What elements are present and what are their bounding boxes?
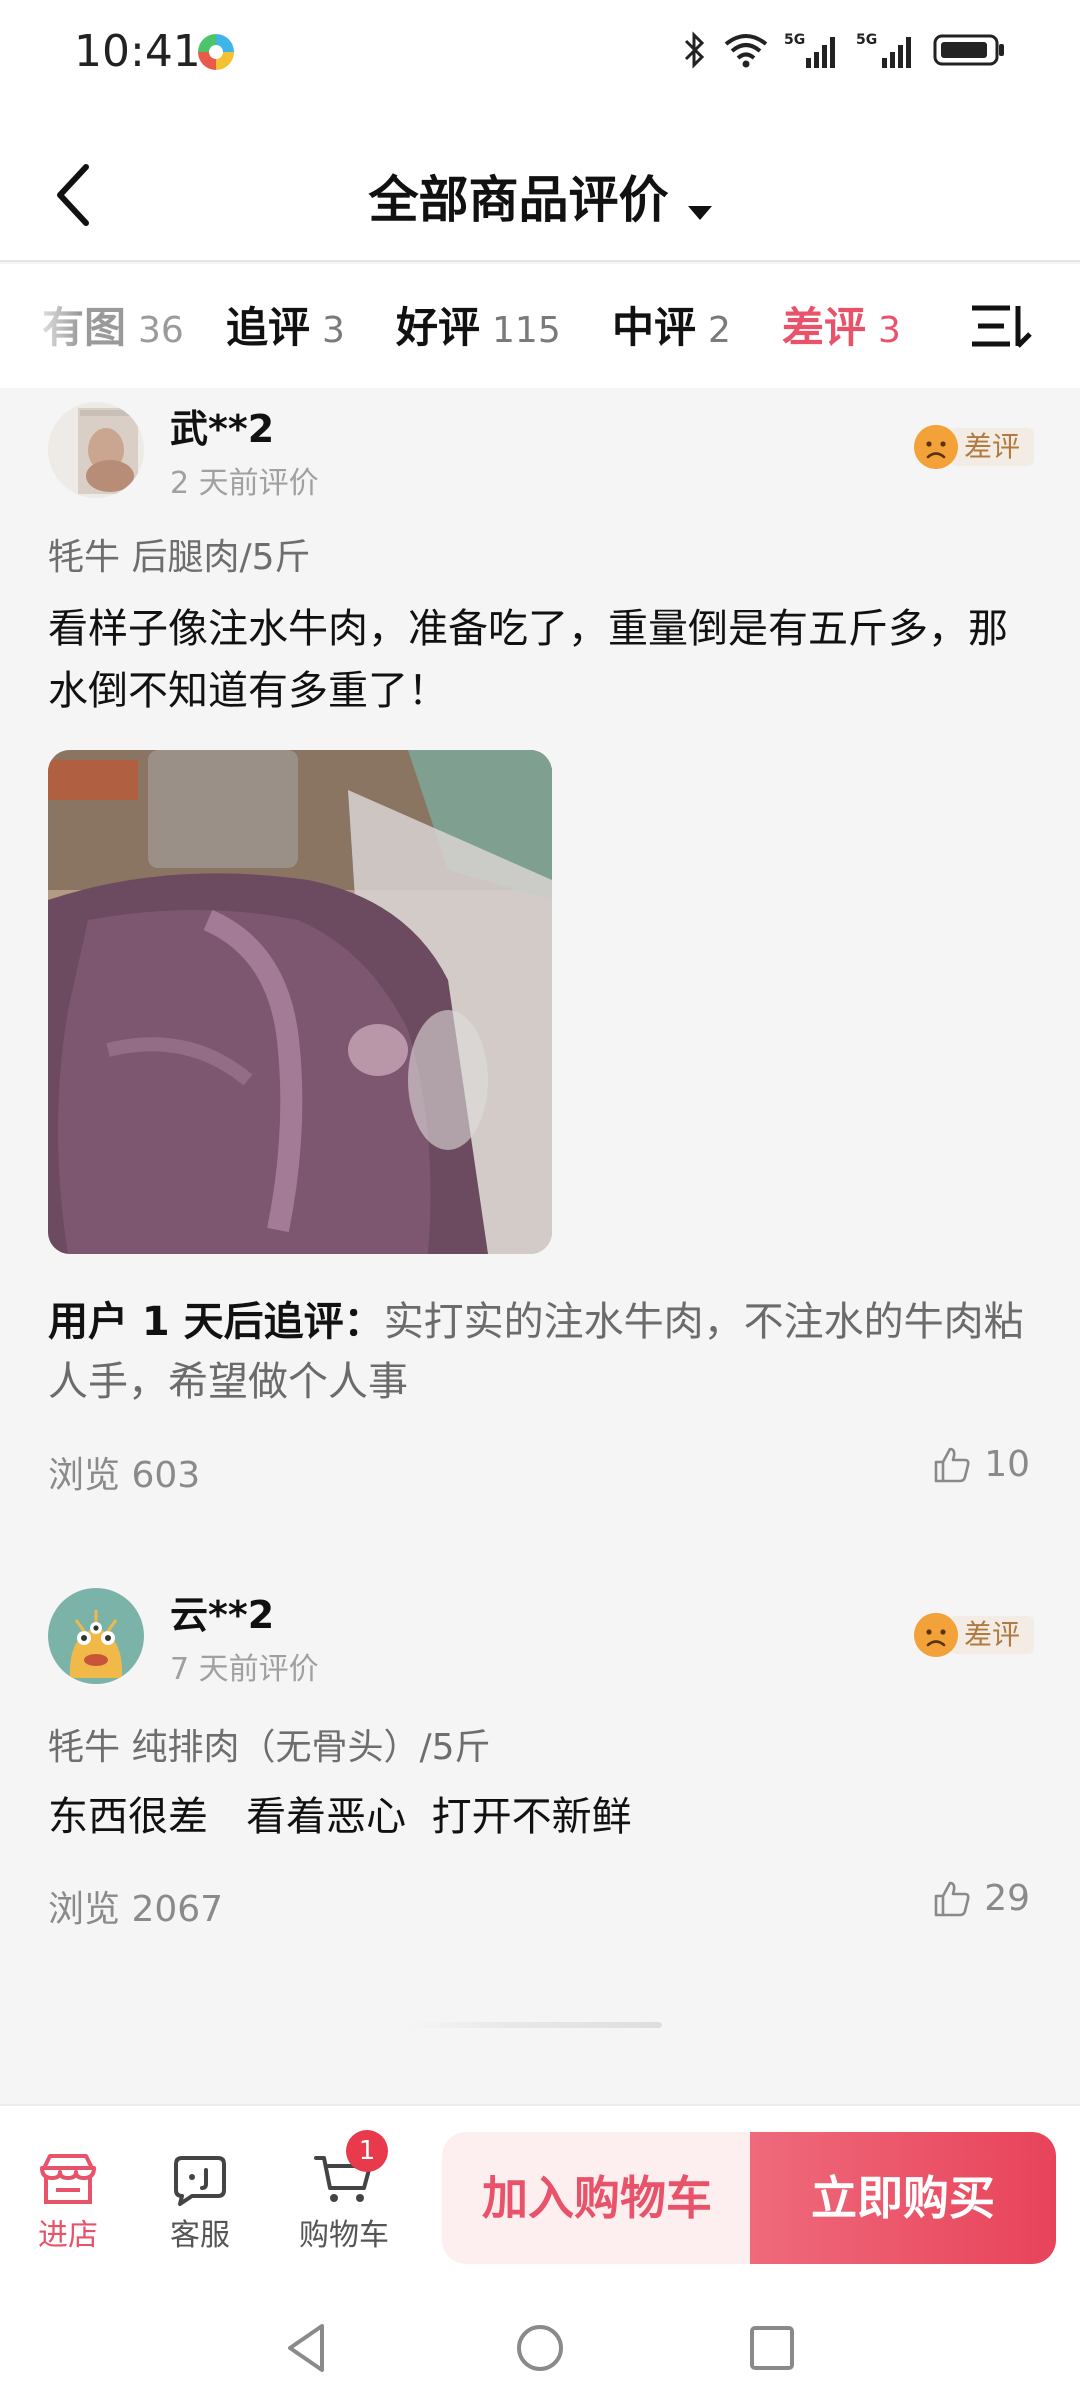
sort-filter-icon[interactable] [970, 296, 1034, 356]
network-label: 5G [784, 32, 805, 48]
customer-service-button[interactable]: 客服 [140, 2150, 260, 2254]
customer-service-label: 客服 [170, 2218, 230, 2253]
add-to-cart-button[interactable]: 加入购物车 [442, 2132, 752, 2264]
sad-face-icon [913, 1613, 958, 1657]
filter-tab-label: 追评 [226, 303, 311, 352]
sku-spec: 牦牛 后腿肉/5斤 [48, 537, 311, 578]
filter-tab-count: 3 [878, 310, 901, 351]
meat-photo-image [48, 750, 552, 1254]
like-count: 29 [984, 1878, 1030, 1919]
view-count: 浏览 2067 [48, 1889, 224, 1930]
review-filter-tabs: 有图 36 追评 3 好评 115 中评 2 差评 3 [0, 264, 1080, 388]
like-button[interactable]: 10 [932, 1444, 1030, 1485]
follow-up-review: 用户 1 天后追评：实打实的注水牛肉，不注水的牛肉粘人手，希望做个人事 [48, 1292, 1038, 1412]
filter-tab-positive[interactable]: 好评 115 [396, 294, 561, 355]
filter-tab-count: 36 [138, 310, 184, 351]
cart-label: 购物车 [299, 2218, 389, 2253]
review-content: 看样子像注水牛肉，准备吃了，重量倒是有五斤多，那水倒不知道有多重了！ [48, 606, 1008, 714]
thumbs-up-icon [934, 1881, 970, 1916]
cart-count-badge: 1 [346, 2130, 388, 2172]
cart-icon-wrap: 1 [312, 2130, 388, 2206]
review-page: 10:41 5G 5G 全部商品评价 有图 36 追评 3 好评 115 中评 … [0, 0, 1080, 2400]
page-header: 全部商品评价 [0, 100, 1080, 262]
like-button[interactable]: 29 [932, 1878, 1030, 1919]
filter-tab-label: 好评 [396, 303, 481, 352]
thumbs-up-icon [934, 1447, 970, 1482]
rating-badge: 差评 [913, 424, 1034, 470]
filter-tab-count: 3 [322, 310, 345, 351]
buy-now-button[interactable]: 立即购买 [750, 2132, 1056, 2264]
bluetooth-icon [684, 31, 705, 69]
filter-tab-label: 中评 [612, 303, 697, 352]
bottom-action-bar: 进店 客服 1 购物车 加入购物车 立即购买 [0, 2104, 1080, 2290]
sad-face-icon [913, 425, 958, 469]
filter-tab-count: 2 [708, 310, 731, 351]
review-card: 武**2 2 天前评价 差评 牦牛 后腿肉/5斤 看样子像注水牛肉，准备吃了，重… [0, 388, 1080, 1508]
signal-5g-icon: 5G [856, 32, 911, 68]
network-label: 5G [856, 32, 877, 48]
rating-label: 差评 [949, 428, 1034, 466]
caret-down-icon [687, 205, 712, 220]
view-count: 浏览 603 [48, 1455, 201, 1496]
filter-tab-negative[interactable]: 差评 3 [782, 294, 901, 355]
status-icons: 5G 5G [682, 28, 1008, 72]
system-navigation-bar [0, 2290, 1080, 2400]
page-title: 全部商品评价 [368, 171, 669, 229]
review-photo[interactable] [48, 750, 552, 1254]
nav-back-icon[interactable] [278, 2318, 338, 2378]
store-button[interactable]: 进店 [8, 2150, 128, 2254]
nav-recent-apps-icon[interactable] [742, 2318, 802, 2378]
like-count: 10 [984, 1444, 1030, 1485]
review-card: 云**2 7 天前评价 差评 牦牛 纯排肉（无骨头）/5斤 东西很差 看着恶心 … [0, 1556, 1080, 1976]
store-icon [40, 2154, 96, 2204]
status-bar: 10:41 5G 5G [0, 0, 1080, 100]
scroll-indicator [410, 2022, 662, 2028]
reviewer-name: 武**2 [170, 407, 275, 451]
filter-tab-neutral[interactable]: 中评 2 [612, 294, 731, 355]
status-time: 10:41 [74, 26, 201, 77]
reviewer-name: 云**2 [170, 1593, 275, 1637]
follow-up-label: 用户 1 天后追评： [48, 1299, 384, 1345]
avatar[interactable] [48, 1588, 144, 1684]
tabs-fade-overlay [0, 264, 80, 388]
filter-tab-count: 115 [492, 310, 561, 351]
filter-tab-follow-up[interactable]: 追评 3 [226, 294, 345, 355]
avatar-image [48, 1588, 144, 1684]
review-time: 2 天前评价 [170, 466, 319, 501]
store-label: 进店 [38, 2218, 98, 2253]
review-content: 东西很差 看着恶心 打开不新鲜 [48, 1794, 632, 1840]
review-time: 7 天前评价 [170, 1652, 319, 1687]
filter-tab-label: 差评 [782, 303, 867, 352]
rating-label: 差评 [949, 1616, 1034, 1654]
avatar[interactable] [48, 402, 144, 498]
avatar-image [48, 402, 144, 498]
nav-home-icon[interactable] [510, 2318, 570, 2378]
signal-5g-icon: 5G [784, 32, 835, 68]
app-notification-icon [198, 34, 234, 70]
battery-icon [933, 34, 1004, 66]
wifi-icon [724, 34, 768, 68]
sku-spec: 牦牛 纯排肉（无骨头）/5斤 [48, 1727, 491, 1768]
chat-bubble-icon [174, 2156, 226, 2206]
review-scope-dropdown[interactable]: 全部商品评价 [0, 160, 1080, 232]
rating-badge: 差评 [913, 1612, 1034, 1658]
cart-button[interactable]: 1 购物车 [284, 2130, 404, 2254]
